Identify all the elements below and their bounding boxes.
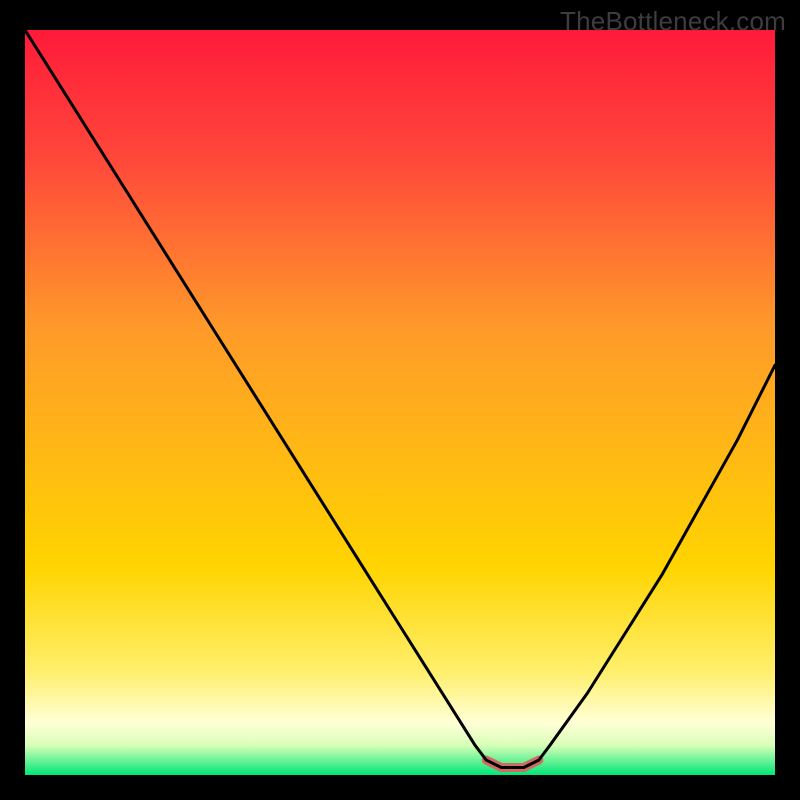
watermark-text: TheBottleneck.com [560, 6, 786, 37]
plot-background [25, 30, 775, 775]
bottleneck-chart [25, 30, 775, 775]
plot-area [25, 30, 775, 775]
chart-frame: TheBottleneck.com [0, 0, 800, 800]
